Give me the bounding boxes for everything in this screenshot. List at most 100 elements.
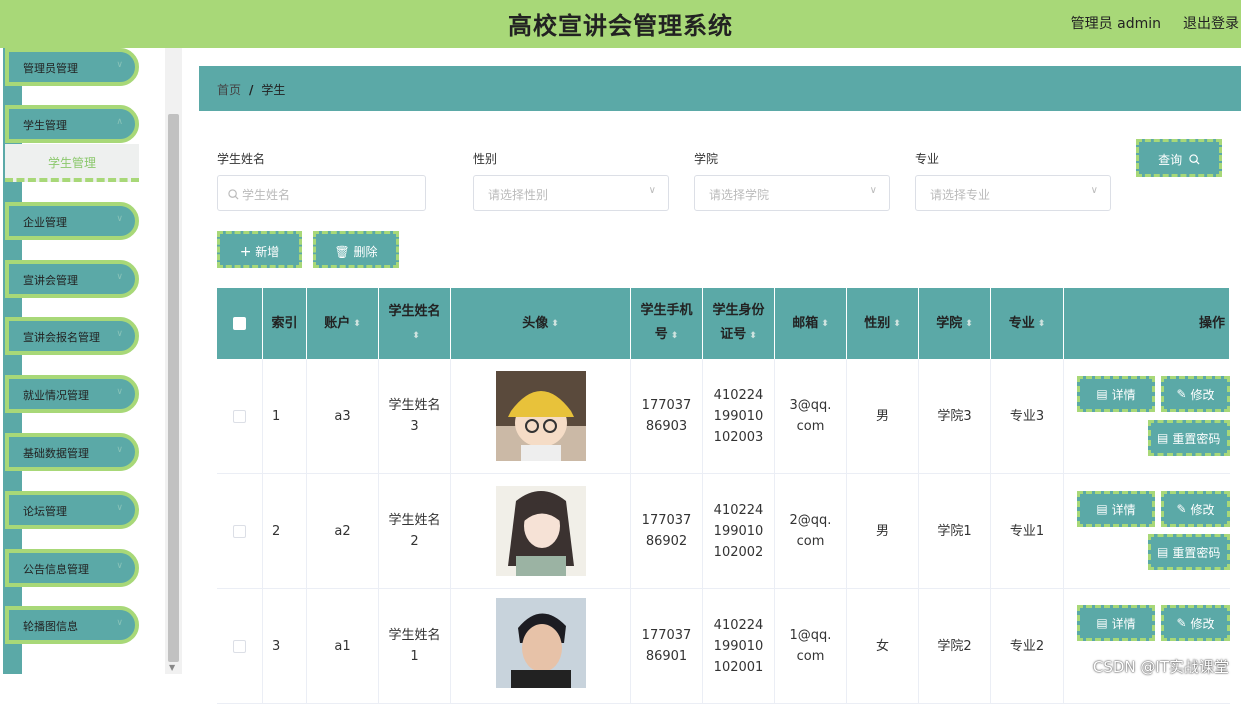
college-placeholder: 请选择学院 [709,188,770,202]
col-header-gender[interactable]: 性别 ⬍ [847,288,919,359]
col-major-label: 专业 [1008,315,1035,331]
reset-password-button[interactable]: ▤ 重置密码 [1148,420,1230,456]
detail-button[interactable]: ▤ 详情 [1077,491,1155,527]
select-all-checkbox[interactable] [233,317,246,330]
cell-college: 学院3 [919,359,991,474]
app-title: 高校宣讲会管理系统 [508,12,733,40]
col-header-name[interactable]: 学生姓名 ⬍ [379,288,451,359]
sort-icon[interactable]: ⬍ [821,312,829,336]
gender-placeholder: 请选择性别 [488,188,549,202]
sidebar-item-companies[interactable]: 企业管理 ∨ [5,202,139,240]
edit-button[interactable]: ✎ 修改 [1161,605,1230,641]
col-account-label: 账户 [324,315,351,331]
col-email-label: 邮箱 [792,315,819,331]
cell-index: 3 [263,589,307,704]
filter-college-label: 学院 [694,152,719,166]
sidebar-item-label: 公告信息管理 [23,563,89,576]
col-header-major[interactable]: 专业 ⬍ [991,288,1064,359]
col-index-label: 索引 [271,315,298,331]
col-header-phone[interactable]: 学生手机号 ⬍ [631,288,703,359]
col-ops-label: 操作 [1198,315,1225,331]
sort-icon[interactable]: ⬍ [353,312,361,336]
chevron-down-icon: ∨ [116,503,123,513]
row-checkbox[interactable] [233,639,246,653]
sidebar-item-signups[interactable]: 宣讲会报名管理 ∨ [5,317,139,355]
sidebar-item-sessions[interactable]: 宣讲会管理 ∨ [5,260,139,298]
sidebar-item-notices[interactable]: 公告信息管理 ∨ [5,549,139,587]
select-all-cell [217,288,263,359]
cell-major: 专业1 [991,474,1064,589]
query-button[interactable]: 查询 [1136,139,1222,177]
cell-email: 1@qq.com [775,589,847,704]
cell-account: a1 [307,589,379,704]
search-icon [228,189,239,200]
sidebar-item-admin[interactable]: 管理员管理 ∨ [5,48,139,86]
gender-select[interactable]: 请选择性别 ∨ [473,175,669,211]
trash-icon: 🗑 [334,245,350,259]
col-gender-label: 性别 [864,315,891,331]
sort-icon[interactable]: ⬍ [412,324,420,348]
filter-gender-label: 性别 [473,152,498,166]
sort-icon[interactable]: ⬍ [1038,312,1046,336]
sort-icon: ⬍ [670,331,679,341]
col-college-label: 学院 [936,315,963,331]
sidebar-item-label: 宣讲会管理 [23,274,78,287]
breadcrumb-home[interactable]: 首页 [217,83,241,97]
sort-icon[interactable]: ⬍ [893,312,901,336]
cell-gender: 男 [847,474,919,589]
avatar [495,486,586,576]
sidebar-item-label: 宣讲会报名管理 [23,331,100,344]
top-header: 高校宣讲会管理系统 管理员 admin 退出登录 [0,0,1241,48]
sidebar-item-employment[interactable]: 就业情况管理 ∨ [5,375,139,413]
col-header-idcard[interactable]: 学生身份证号 ⬍ [703,288,775,359]
college-select[interactable]: 请选择学院 ∨ [694,175,890,211]
delete-button[interactable]: 🗑 删除 [313,231,399,268]
chevron-down-icon: ∨ [116,272,123,282]
col-header-account[interactable]: 账户 ⬍ [307,288,379,359]
chevron-down-icon: ∨ [648,185,656,196]
row-checkbox[interactable] [233,409,246,423]
avatar [495,598,586,688]
sidebar-scrollbar[interactable]: ▼ [165,48,182,674]
col-header-ops: 操作 [1064,288,1230,359]
detail-button[interactable]: ▤ 详情 [1077,605,1155,641]
col-header-college[interactable]: 学院 ⬍ [919,288,991,359]
cell-index: 1 [263,359,307,474]
sidebar-item-basedata[interactable]: 基础数据管理 ∨ [5,433,139,471]
sort-icon[interactable]: ⬍ [965,312,973,336]
sidebar-item-students[interactable]: 学生管理 ∧ [5,105,139,143]
sidebar-subitem-students[interactable]: 学生管理 [5,144,139,182]
scrollbar-thumb[interactable] [168,114,179,662]
cell-email: 2@qq.com [775,474,847,589]
sidebar-item-carousel[interactable]: 轮播图信息 ∨ [5,606,139,644]
cell-account: a3 [307,359,379,474]
detail-button[interactable]: ▤ 详情 [1077,376,1155,412]
sidebar-item-label: 轮播图信息 [23,620,78,633]
chevron-down-icon: ∨ [116,60,123,70]
sidebar-item-label: 学生管理 [23,119,67,132]
logout-link[interactable]: 退出登录 [1183,13,1239,33]
chevron-down-icon: ∨ [116,618,123,628]
sidebar-item-label: 企业管理 [23,216,67,229]
sort-icon[interactable]: ⬍ [551,312,559,336]
chevron-down-icon: ∨ [116,329,123,339]
edit-button[interactable]: ✎ 修改 [1161,376,1230,412]
major-select[interactable]: 请选择专业 ∨ [915,175,1111,211]
col-header-avatar[interactable]: 头像 ⬍ [451,288,631,359]
col-idcard-label: 学生身份证号 ⬍ [712,303,765,342]
search-input[interactable]: 学生姓名 [217,175,426,211]
row-checkbox[interactable] [233,524,246,538]
document-icon: ▤ [1096,387,1108,401]
add-button[interactable]: + 新增 [217,231,302,268]
chevron-down-icon: ∨ [1090,185,1098,196]
col-header-email[interactable]: 邮箱 ⬍ [775,288,847,359]
delete-label: 删除 [353,245,378,259]
scroll-down-icon[interactable]: ▼ [169,663,175,672]
cell-idcard: 410224199010102001 [703,589,775,704]
sidebar-item-forum[interactable]: 论坛管理 ∨ [5,491,139,529]
chevron-down-icon: ∨ [116,214,123,224]
reset-password-button[interactable]: ▤ 重置密码 [1148,534,1230,570]
cell-idcard: 410224199010102003 [703,359,775,474]
query-label: 查询 [1158,153,1183,167]
edit-button[interactable]: ✎ 修改 [1161,491,1230,527]
